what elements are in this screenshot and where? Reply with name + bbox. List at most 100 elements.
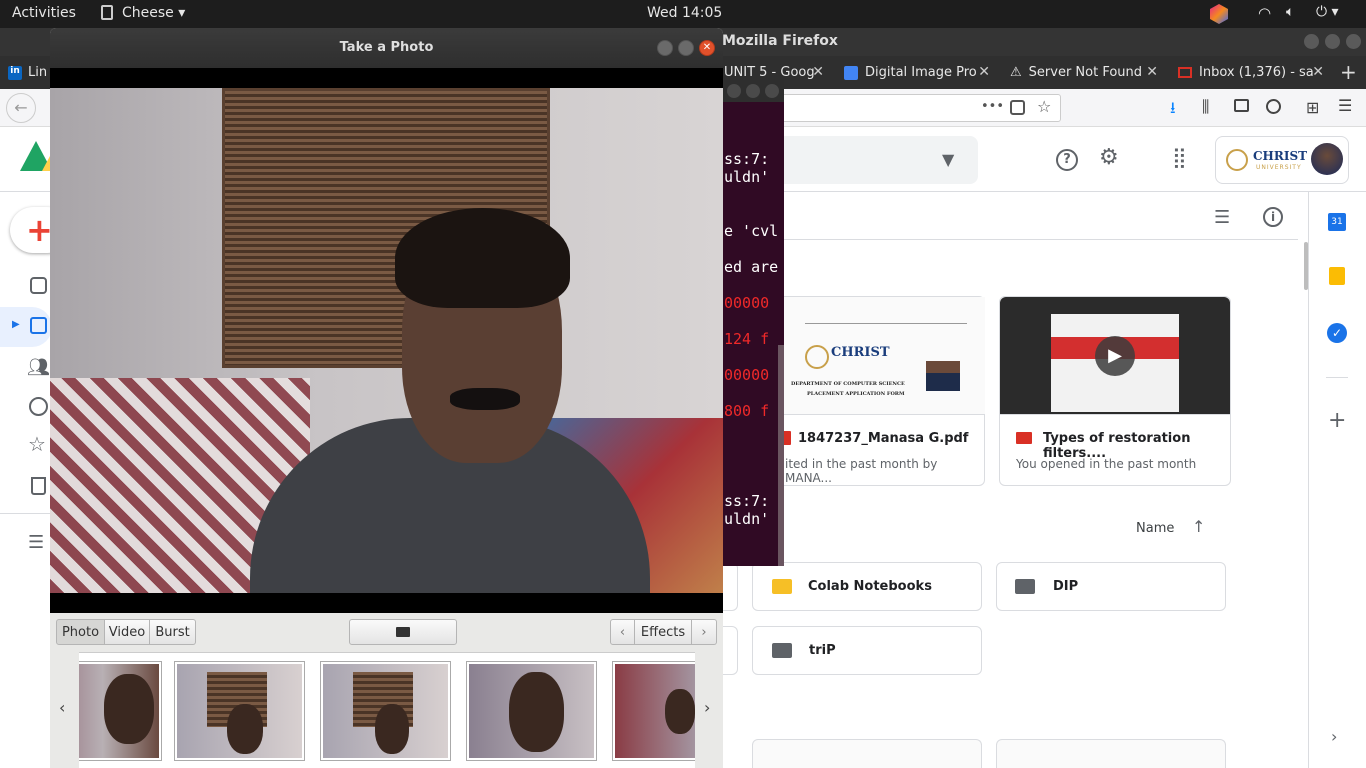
minimize-icon[interactable] (1304, 34, 1319, 49)
folder-partial[interactable] (722, 562, 738, 611)
file-card-video[interactable]: ▶ Types of restoration filters.... You o… (999, 296, 1231, 486)
tab-gmail-inbox[interactable]: Inbox (1,376) - sa ✕ (1170, 56, 1330, 89)
close-icon[interactable]: ✕ (699, 40, 715, 56)
thumbnail-photo[interactable] (174, 661, 305, 761)
tab-label: Inbox (1,376) - sa (1199, 65, 1314, 80)
shared-icon[interactable]: 👥︎ (27, 357, 50, 378)
play-icon[interactable]: ▶ (1095, 336, 1135, 376)
thumbnail-photo[interactable] (320, 661, 451, 761)
recent-icon[interactable] (29, 397, 48, 416)
file-card-partial[interactable] (752, 739, 982, 768)
folder-name: Colab Notebooks (808, 579, 932, 594)
storage-icon[interactable]: ☰ (28, 532, 44, 553)
thumbnail-photo[interactable] (79, 661, 162, 761)
pocket-icon[interactable] (1010, 100, 1025, 115)
file-activity: ited in the past month by MANA... (785, 457, 938, 485)
back-button[interactable]: ← (6, 93, 36, 123)
volume-icon[interactable]: 🔈︎ (1286, 4, 1294, 20)
folder-dip[interactable]: DIP (996, 562, 1226, 611)
file-activity: You opened in the past month (1016, 457, 1197, 471)
power-icon[interactable]: ⏻ ▾ (1316, 4, 1339, 20)
tab-server-not-found[interactable]: ⚠ Server Not Found ✕ (1002, 56, 1164, 89)
sort-arrow-up-icon[interactable]: ↑ (1192, 517, 1205, 536)
sort-by-name[interactable]: Name (1136, 521, 1174, 536)
wifi-icon[interactable]: ◠ (1258, 4, 1271, 22)
effects-prev-button[interactable]: ‹ (610, 619, 635, 645)
file-card-partial[interactable] (996, 739, 1226, 768)
help-icon[interactable]: ? (1056, 149, 1078, 171)
take-photo-button[interactable] (349, 619, 457, 645)
effects-button[interactable]: Effects (635, 619, 692, 645)
close-tab-icon[interactable]: ✕ (1146, 64, 1158, 80)
priority-icon[interactable] (30, 277, 47, 294)
search-bar[interactable]: ▼ (770, 136, 978, 184)
sidebar-item-my-drive[interactable]: ▶ (0, 307, 52, 347)
apps-grid-icon[interactable]: ⣿ (1172, 145, 1187, 169)
folder-partial[interactable] (722, 626, 738, 675)
video-thumbnail: ▶ (1000, 297, 1230, 415)
tab-label: Digital Image Pro (865, 65, 977, 80)
effects-next-button[interactable]: › (692, 619, 717, 645)
burst-mode-button[interactable]: Burst (150, 619, 196, 645)
library-icon[interactable]: ⫼ (1202, 97, 1209, 117)
app-indicator-icon[interactable] (1210, 4, 1228, 24)
close-tab-icon[interactable]: ✕ (978, 64, 990, 80)
maximize-icon[interactable] (678, 40, 694, 56)
system-top-bar: Activities Cheese ▾ Wed 14:05 ◠ 🔈︎ ⏻ ▾ (0, 0, 1366, 28)
file-card-pdf[interactable]: CHRIST DEPARTMENT OF COMPUTER SCIENCE PL… (760, 296, 985, 486)
trash-icon[interactable] (31, 477, 46, 495)
thumbnail-photo[interactable] (612, 661, 695, 761)
close-icon[interactable] (765, 84, 779, 98)
account-switcher[interactable]: CHRIST UNIVERSITY (1215, 136, 1349, 184)
terminal-line: uldn' (724, 510, 770, 528)
tasks-icon[interactable]: ✓ (1327, 323, 1347, 343)
cheese-window: Take a Photo ✕ Photo Video Burst ‹ Effec… (50, 28, 723, 768)
menu-icon[interactable]: ☰ (1338, 96, 1352, 115)
close-tab-icon[interactable]: ✕ (812, 64, 824, 80)
info-icon[interactable]: i (1263, 207, 1283, 227)
thumbnails-prev-icon[interactable]: ‹ (59, 698, 65, 717)
maximize-icon[interactable] (746, 84, 760, 98)
terminal-line: 800 f (724, 402, 770, 420)
expand-icon[interactable]: ▶ (12, 319, 20, 330)
search-options-icon[interactable]: ▼ (942, 150, 954, 169)
keep-icon[interactable] (1329, 267, 1345, 285)
clock[interactable]: Wed 14:05 (647, 5, 722, 21)
minimize-icon[interactable] (727, 84, 741, 98)
download-icon[interactable]: ⭳ (1170, 97, 1176, 124)
settings-gear-icon[interactable]: ⚙ (1099, 145, 1119, 170)
minimize-icon[interactable] (657, 40, 673, 56)
page-actions-button[interactable]: ••• (981, 99, 1004, 114)
calendar-icon[interactable]: 31 (1328, 213, 1346, 231)
activities-button[interactable]: Activities (12, 5, 76, 21)
tab-digital-image[interactable]: Digital Image Pro ✕ (836, 56, 996, 89)
nav-divider (0, 513, 52, 514)
terminal-line: e 'cvl (724, 222, 779, 240)
thumbnail-photo[interactable] (466, 661, 597, 761)
close-icon[interactable] (1346, 34, 1361, 49)
account-icon[interactable] (1266, 99, 1281, 114)
starred-icon[interactable]: ☆ (28, 432, 46, 456)
avatar[interactable] (1311, 143, 1343, 175)
url-bar[interactable]: ••• ☆ (780, 94, 1061, 122)
expand-panel-icon[interactable]: › (1331, 727, 1337, 746)
terminal-scrollbar[interactable] (778, 345, 784, 566)
tab-linkedin[interactable]: in Lin (0, 56, 50, 89)
new-tab-button[interactable]: + (1340, 60, 1357, 84)
photo-mode-button[interactable]: Photo (56, 619, 105, 645)
plus-icon: + (26, 211, 53, 249)
sidebar-icon[interactable] (1234, 99, 1249, 112)
folder-colab-notebooks[interactable]: Colab Notebooks (752, 562, 982, 611)
bookmark-star-icon[interactable]: ☆ (1037, 97, 1051, 116)
close-tab-icon[interactable]: ✕ (1312, 64, 1324, 80)
folder-trip[interactable]: triP (752, 626, 982, 675)
list-view-icon[interactable]: ☰ (1214, 207, 1230, 228)
maximize-icon[interactable] (1325, 34, 1340, 49)
extensions-icon[interactable]: ⊞ (1306, 98, 1319, 117)
pdf-form-text: PLACEMENT APPLICATION FORM (807, 391, 905, 397)
thumbnails-next-icon[interactable]: › (704, 698, 710, 717)
video-mode-button[interactable]: Video (105, 619, 150, 645)
app-menu-button[interactable]: Cheese ▾ (122, 5, 185, 21)
add-addon-icon[interactable]: + (1328, 408, 1346, 433)
terminal-window[interactable]: ss:7: uldn' e 'cvl ed are 00000 124 f 00… (722, 80, 784, 566)
